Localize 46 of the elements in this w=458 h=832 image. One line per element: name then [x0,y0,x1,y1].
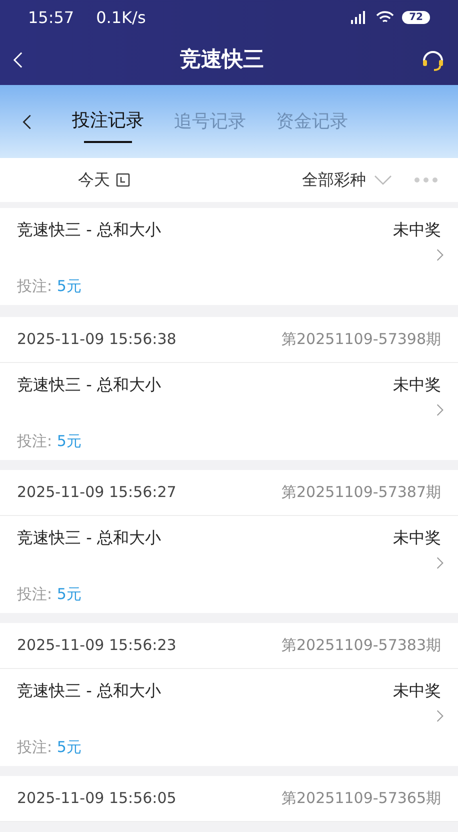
bet-time: 2025-11-09 15:56:38 [17,329,176,350]
back-icon[interactable] [22,112,32,130]
record-result: 未中奖 [393,527,441,549]
stake-label: 投注: [17,277,54,295]
date-filter[interactable]: 今天 [78,168,130,192]
record-title: 竞速快三 - 总和大小 [17,374,161,396]
stake-amount: 5元 [56,432,82,450]
record-card[interactable]: 竞速快三 - 总和大小 未中奖 投注: 5元 [0,208,458,305]
tab-underline [84,141,132,143]
stake-label: 投注: [17,585,54,603]
chevron-right-icon[interactable] [436,556,444,570]
bet-time: 2025-11-09 15:56:23 [17,635,176,656]
tab[interactable]: 投注记录 [72,85,144,158]
record-title: 竞速快三 - 总和大小 [17,219,161,241]
record-result: 未中奖 [393,680,441,702]
stake-label: 投注: [17,738,54,756]
record-title: 竞速快三 - 总和大小 [17,527,161,549]
record-result: 未中奖 [393,219,441,241]
bet-time: 2025-11-09 15:56:27 [17,482,176,504]
stake-amount: 5元 [56,738,82,756]
more-icon[interactable] [414,177,438,183]
period-number: 第20251109-57387期 [282,482,441,504]
record-result: 未中奖 [393,374,441,396]
period-number: 第20251109-57398期 [282,329,441,350]
period-number: 第20251109-57365期 [282,788,441,810]
chevron-right-icon[interactable] [436,248,444,262]
page-title: 竞速快三 [179,46,265,74]
stake-amount: 5元 [56,585,82,603]
record-card[interactable]: 2025-11-09 15:56:05 第20251109-57365期 [0,776,458,822]
record-card[interactable]: 2025-11-09 15:56:23 第20251109-57383期 竞速快三 - 总和大小 未中奖 投注: 5元 [0,623,458,766]
stake-amount: 5元 [56,277,82,295]
lottery-filter[interactable]: 全部彩种 [302,168,392,192]
bet-time: 2025-11-09 15:56:05 [17,788,176,810]
wifi-icon [376,11,394,24]
battery-level: 72 [402,11,430,24]
calendar-icon [116,173,130,187]
record-card[interactable]: 2025-11-09 15:56:27 第20251109-57387期 竞速快三 - 总和大小 未中奖 投注: 5元 [0,470,458,613]
dropdown-icon [374,175,392,185]
network-speed: 0.1K/s [96,6,146,28]
stake-label: 投注: [17,432,54,450]
period-number: 第20251109-57383期 [282,635,441,656]
record-card[interactable]: 2025-11-09 15:56:38 第20251109-57398期 竞速快三 - 总和大小 未中奖 投注: 5元 [0,317,458,460]
chevron-right-icon[interactable] [436,709,444,723]
chevron-right-icon[interactable] [436,403,444,417]
status-time: 15:57 [28,6,74,28]
record-title: 竞速快三 - 总和大小 [17,680,161,702]
